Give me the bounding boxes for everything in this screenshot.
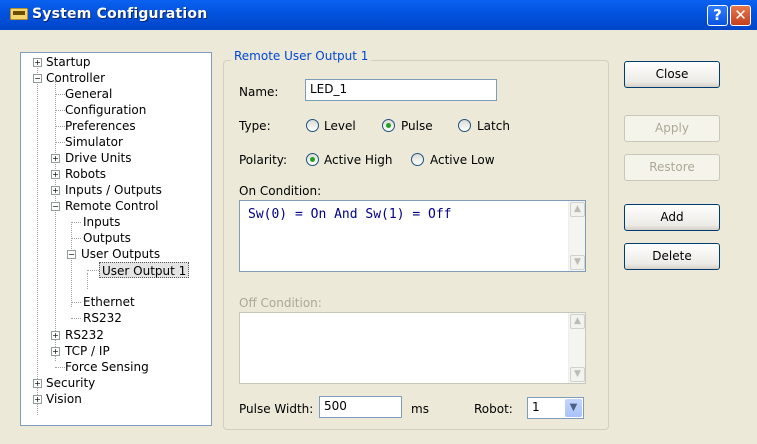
off-condition-scrollbar[interactable]: ▲ ▼ (568, 313, 585, 383)
name-label: Name: (239, 85, 279, 99)
pulse-width-input[interactable]: 500 (319, 396, 402, 418)
scroll-up-icon[interactable]: ▲ (570, 314, 585, 329)
scroll-down-icon[interactable]: ▼ (570, 367, 585, 382)
robot-select[interactable]: 1 ▼ (527, 397, 584, 419)
window-icon (10, 8, 28, 20)
add-button[interactable]: Add (624, 204, 720, 231)
type-pulse-radio[interactable] (382, 119, 395, 132)
collapse-icon[interactable]: − (51, 202, 60, 211)
expand-icon[interactable]: + (51, 170, 60, 179)
scroll-up-icon[interactable]: ▲ (570, 202, 585, 217)
expand-icon[interactable]: + (51, 154, 60, 163)
expand-icon[interactable]: + (51, 331, 60, 340)
on-condition-label: On Condition: (239, 184, 322, 198)
chevron-down-icon[interactable]: ▼ (565, 399, 582, 417)
tree-item-rs232-remote[interactable]: RS232 (83, 310, 122, 326)
tree-item-preferences[interactable]: Preferences (65, 118, 136, 134)
system-configuration-window: System Configuration ? ✕ + Startup − Con… (0, 0, 757, 444)
tree-item-ethernet[interactable]: Ethernet (83, 294, 135, 310)
tree-item-user-outputs[interactable]: − User Outputs (67, 246, 160, 262)
group-title: Remote User Output 1 (231, 49, 372, 63)
off-condition-editor[interactable]: ▲ ▼ (239, 312, 586, 384)
type-label: Type: (239, 119, 271, 133)
expand-icon[interactable]: + (33, 379, 42, 388)
tree-item-tcp-ip[interactable]: + TCP / IP (51, 343, 110, 359)
window-title: System Configuration (32, 6, 208, 22)
tree-item-drive-units[interactable]: + Drive Units (51, 150, 132, 166)
polarity-active-low-radio[interactable] (411, 153, 424, 166)
on-condition-editor[interactable]: Sw(0) = On And Sw(1) = Off ▲ ▼ (239, 200, 586, 272)
type-pulse-label[interactable]: Pulse (401, 119, 433, 133)
close-button[interactable]: Close (624, 61, 720, 88)
config-tree[interactable]: + Startup − Controller General Configura… (20, 52, 212, 426)
tree-item-inputs[interactable]: Inputs (83, 214, 120, 230)
type-latch-label[interactable]: Latch (477, 119, 510, 133)
name-input[interactable]: LED_1 (305, 79, 497, 101)
title-bar[interactable]: System Configuration ? ✕ (0, 0, 757, 30)
tree-item-user-output-1[interactable]: User Output 1 (99, 262, 190, 278)
expand-icon[interactable]: + (51, 347, 60, 356)
type-level-radio[interactable] (306, 119, 319, 132)
expand-icon[interactable]: + (33, 58, 42, 67)
restore-button[interactable]: Restore (624, 154, 720, 181)
tree-item-remote-control[interactable]: − Remote Control (51, 198, 159, 214)
delete-button[interactable]: Delete (624, 243, 720, 270)
tree-item-startup[interactable]: + Startup (33, 54, 91, 70)
polarity-active-high-label[interactable]: Active High (324, 153, 393, 167)
apply-button[interactable]: Apply (624, 115, 720, 142)
tree-item-inputs-outputs[interactable]: + Inputs / Outputs (51, 182, 162, 198)
robot-select-value: 1 (532, 400, 540, 414)
tree-item-controller[interactable]: − Controller (33, 70, 105, 86)
tree-item-force-sensing[interactable]: Force Sensing (65, 359, 149, 375)
window-close-button[interactable]: ✕ (730, 5, 751, 26)
collapse-icon[interactable]: − (67, 250, 76, 259)
tree-item-outputs[interactable]: Outputs (83, 230, 131, 246)
tree-item-security[interactable]: + Security (33, 375, 95, 391)
tree-item-simulator[interactable]: Simulator (65, 134, 123, 150)
expand-icon[interactable]: + (51, 186, 60, 195)
polarity-label: Polarity: (239, 153, 288, 167)
tree-item-general[interactable]: General (65, 86, 112, 102)
off-condition-label: Off Condition: (239, 296, 322, 310)
tree-item-rs232[interactable]: + RS232 (51, 327, 104, 343)
expand-icon[interactable]: + (33, 395, 42, 404)
robot-label: Robot: (474, 402, 513, 416)
polarity-active-high-radio[interactable] (306, 153, 319, 166)
type-latch-radio[interactable] (458, 119, 471, 132)
type-level-label[interactable]: Level (324, 119, 356, 133)
help-button[interactable]: ? (707, 5, 728, 26)
scroll-down-icon[interactable]: ▼ (570, 255, 585, 270)
on-condition-code: Sw(0) = On And Sw(1) = Off (248, 207, 452, 222)
pulse-width-label: Pulse Width: (239, 402, 314, 416)
collapse-icon[interactable]: − (33, 74, 42, 83)
polarity-active-low-label[interactable]: Active Low (430, 153, 495, 167)
on-condition-scrollbar[interactable]: ▲ ▼ (568, 201, 585, 271)
pulse-unit-label: ms (411, 402, 429, 416)
tree-item-robots[interactable]: + Robots (51, 166, 106, 182)
tree-item-configuration[interactable]: Configuration (65, 102, 146, 118)
tree-item-vision[interactable]: + Vision (33, 391, 82, 407)
